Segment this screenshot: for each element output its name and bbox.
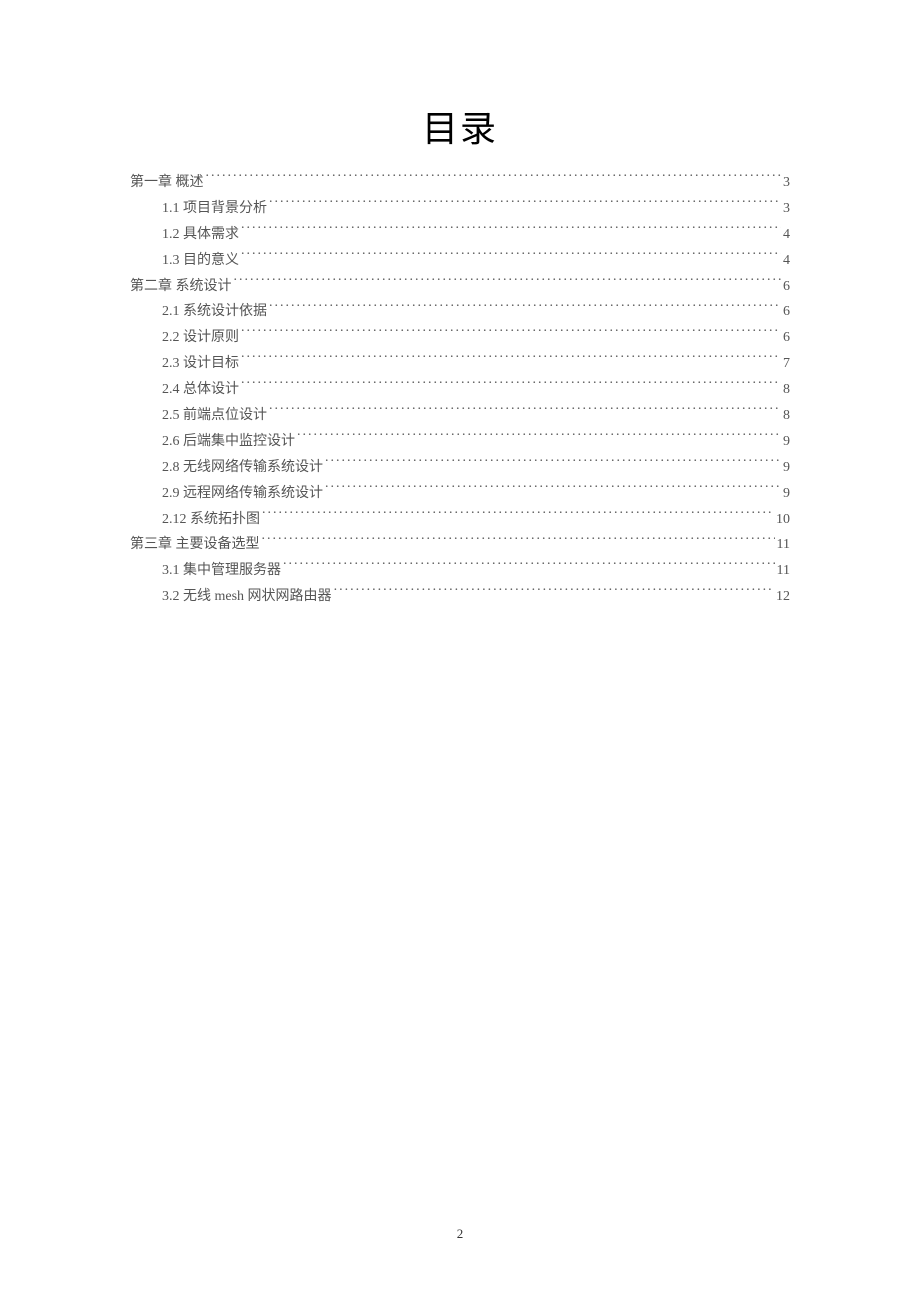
toc-leader-dots bbox=[325, 457, 781, 471]
toc-leader-dots bbox=[241, 250, 781, 264]
toc-label: 2.9 远程网络传输系统设计 bbox=[162, 481, 323, 507]
toc-leader-dots bbox=[297, 431, 781, 445]
toc-label: 第三章 主要设备选型 bbox=[130, 532, 260, 558]
toc-entry: 1.3 目的意义 4 bbox=[130, 248, 790, 274]
toc-label: 1.2 具体需求 bbox=[162, 222, 239, 248]
toc-page-ref: 4 bbox=[783, 222, 790, 248]
toc-leader-dots bbox=[283, 560, 775, 574]
toc-leader-dots bbox=[206, 172, 782, 186]
toc-page-ref: 6 bbox=[783, 325, 790, 351]
toc-label: 3.1 集中管理服务器 bbox=[162, 558, 281, 584]
toc-label: 1.1 项目背景分析 bbox=[162, 196, 267, 222]
toc-label: 第一章 概述 bbox=[130, 170, 204, 196]
toc-leader-dots bbox=[262, 534, 775, 548]
toc-page-ref: 7 bbox=[783, 351, 790, 377]
toc-page-ref: 3 bbox=[783, 196, 790, 222]
toc-page-ref: 9 bbox=[783, 429, 790, 455]
toc-leader-dots bbox=[241, 327, 781, 341]
toc-entry: 3.2 无线 mesh 网状网路由器 12 bbox=[130, 584, 790, 610]
toc-label: 2.8 无线网络传输系统设计 bbox=[162, 455, 323, 481]
toc-entry: 2.2 设计原则 6 bbox=[130, 325, 790, 351]
toc-entry: 2.1 系统设计依据 6 bbox=[130, 299, 790, 325]
toc-page-ref: 6 bbox=[783, 299, 790, 325]
toc-entry: 第二章 系统设计 6 bbox=[130, 274, 790, 300]
toc-entry: 3.1 集中管理服务器 11 bbox=[130, 558, 790, 584]
toc-leader-dots bbox=[262, 509, 774, 523]
toc-leader-dots bbox=[269, 198, 781, 212]
toc-page-ref: 4 bbox=[783, 248, 790, 274]
toc-page-ref: 10 bbox=[776, 507, 790, 533]
toc-label: 2.2 设计原则 bbox=[162, 325, 239, 351]
toc-label: 2.5 前端点位设计 bbox=[162, 403, 267, 429]
toc-page-ref: 8 bbox=[783, 377, 790, 403]
toc-label: 2.12 系统拓扑图 bbox=[162, 507, 260, 533]
toc-entry: 2.9 远程网络传输系统设计 9 bbox=[130, 481, 790, 507]
toc-entry: 2.4 总体设计 8 bbox=[130, 377, 790, 403]
toc-label: 2.1 系统设计依据 bbox=[162, 299, 267, 325]
toc-title: 目录 bbox=[130, 100, 790, 152]
toc-entry: 2.12 系统拓扑图 10 bbox=[130, 507, 790, 533]
toc-leader-dots bbox=[241, 353, 781, 367]
toc-entry: 1.1 项目背景分析 3 bbox=[130, 196, 790, 222]
toc-entry: 2.8 无线网络传输系统设计 9 bbox=[130, 455, 790, 481]
toc-entry: 2.5 前端点位设计 8 bbox=[130, 403, 790, 429]
toc-label: 2.3 设计目标 bbox=[162, 351, 239, 377]
toc-entry: 2.6 后端集中监控设计 9 bbox=[130, 429, 790, 455]
toc-entry: 1.2 具体需求 4 bbox=[130, 222, 790, 248]
toc-leader-dots bbox=[241, 224, 781, 238]
toc-page-ref: 12 bbox=[776, 584, 790, 610]
toc-page-ref: 11 bbox=[777, 532, 790, 558]
toc-entry: 2.3 设计目标 7 bbox=[130, 351, 790, 377]
toc-label: 2.4 总体设计 bbox=[162, 377, 239, 403]
toc-label: 3.2 无线 mesh 网状网路由器 bbox=[162, 584, 332, 610]
toc-page-ref: 9 bbox=[783, 481, 790, 507]
toc-leader-dots bbox=[234, 276, 782, 290]
toc-entry: 第三章 主要设备选型 11 bbox=[130, 532, 790, 558]
toc-leader-dots bbox=[269, 405, 781, 419]
toc-page-ref: 8 bbox=[783, 403, 790, 429]
toc-label: 1.3 目的意义 bbox=[162, 248, 239, 274]
toc-label: 2.6 后端集中监控设计 bbox=[162, 429, 295, 455]
toc-leader-dots bbox=[269, 301, 781, 315]
toc-leader-dots bbox=[241, 379, 781, 393]
document-page: 目录 第一章 概述 3 1.1 项目背景分析 3 1.2 具体需求 4 1.3 … bbox=[0, 0, 920, 610]
toc-leader-dots bbox=[325, 483, 781, 497]
toc-page-ref: 11 bbox=[777, 558, 790, 584]
table-of-contents: 第一章 概述 3 1.1 项目背景分析 3 1.2 具体需求 4 1.3 目的意… bbox=[130, 170, 790, 610]
toc-page-ref: 3 bbox=[783, 170, 790, 196]
toc-leader-dots bbox=[334, 586, 774, 600]
toc-label: 第二章 系统设计 bbox=[130, 274, 232, 300]
page-number: 2 bbox=[0, 1226, 920, 1242]
toc-page-ref: 9 bbox=[783, 455, 790, 481]
toc-page-ref: 6 bbox=[783, 274, 790, 300]
toc-entry: 第一章 概述 3 bbox=[130, 170, 790, 196]
